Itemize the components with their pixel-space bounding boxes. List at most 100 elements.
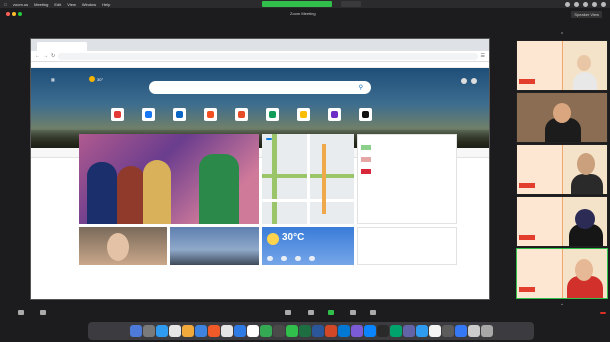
quicklink-1[interactable] xyxy=(140,108,156,123)
city-news-card[interactable] xyxy=(170,227,259,265)
quicklink-tile[interactable] xyxy=(358,108,372,121)
participant-tile[interactable] xyxy=(516,196,608,247)
quicklink-tile[interactable] xyxy=(327,108,341,121)
quicklink-0[interactable] xyxy=(109,108,125,123)
dock-app-icon[interactable] xyxy=(168,325,181,337)
menu-item-edit[interactable]: Edit xyxy=(54,2,61,7)
traffic-map-card[interactable] xyxy=(262,134,354,224)
quicklink-2[interactable] xyxy=(171,108,187,123)
header-weather[interactable]: 30° xyxy=(89,76,103,82)
record-button[interactable] xyxy=(350,310,356,316)
quicklink-tile[interactable] xyxy=(172,108,186,121)
address-bar[interactable] xyxy=(58,52,478,60)
dock-app-icon[interactable] xyxy=(324,325,337,337)
quicklink-5[interactable] xyxy=(264,108,280,123)
dock-app-icon[interactable] xyxy=(233,325,246,337)
browser-tab[interactable] xyxy=(37,42,87,51)
participant-tile[interactable] xyxy=(516,40,608,91)
map-badge[interactable] xyxy=(266,138,272,140)
weather-card[interactable]: 30°C xyxy=(262,227,354,265)
dock-app-icon[interactable] xyxy=(402,325,415,337)
menu-item-app[interactable]: zoom.us xyxy=(13,2,28,7)
stop-video-button[interactable] xyxy=(40,310,46,316)
search-input[interactable]: ⚲ xyxy=(149,81,371,94)
notifications-icon[interactable] xyxy=(461,78,467,84)
quicklink-tile[interactable] xyxy=(265,108,279,121)
quicklink-tile[interactable] xyxy=(110,108,124,121)
dock-app-icon[interactable] xyxy=(350,325,363,337)
dock-app-icon[interactable] xyxy=(272,325,285,337)
quicklink-4[interactable] xyxy=(233,108,249,123)
dock-app-icon[interactable] xyxy=(480,325,493,337)
end-meeting-button[interactable] xyxy=(600,312,606,314)
dock-app-icon[interactable] xyxy=(376,325,389,337)
share-options-pill[interactable] xyxy=(341,1,361,7)
participant-tile[interactable] xyxy=(516,144,608,195)
quicklink-6[interactable] xyxy=(295,108,311,123)
minimize-window-button[interactable] xyxy=(12,12,16,16)
apple-menu-icon[interactable]:  xyxy=(4,2,7,7)
finance-row[interactable] xyxy=(361,169,453,174)
maximize-window-button[interactable] xyxy=(18,12,22,16)
quicklink-8[interactable] xyxy=(357,108,373,123)
portrait-news-card[interactable] xyxy=(79,227,167,265)
participant-tile[interactable] xyxy=(516,92,608,143)
msn-logo[interactable]: ▦ xyxy=(51,77,58,82)
reactions-button[interactable] xyxy=(370,310,376,316)
extensions-icon[interactable]: ☰ xyxy=(481,53,485,59)
dock-app-icon[interactable] xyxy=(181,325,194,337)
menu-item-meeting[interactable]: Meeting xyxy=(34,2,48,7)
participants-button[interactable] xyxy=(285,310,291,316)
dock-app-icon[interactable] xyxy=(155,325,168,337)
dock-app-icon[interactable] xyxy=(207,325,220,337)
chevron-down-icon[interactable]: ⌄ xyxy=(558,302,566,307)
battery-icon[interactable] xyxy=(592,1,597,7)
wifi-icon[interactable] xyxy=(583,1,588,7)
share-screen-button[interactable] xyxy=(328,310,334,316)
quicklink-3[interactable] xyxy=(202,108,218,123)
dock-app-icon[interactable] xyxy=(467,325,480,337)
search-icon[interactable]: ⚲ xyxy=(359,84,363,91)
speaker-view-button[interactable]: Speaker View xyxy=(571,11,602,18)
settings-icon[interactable] xyxy=(471,78,477,84)
dock-app-icon[interactable] xyxy=(285,325,298,337)
quicklink-7[interactable] xyxy=(326,108,342,123)
dock-app-icon[interactable] xyxy=(415,325,428,337)
text-news-card[interactable] xyxy=(357,227,457,265)
forward-icon[interactable]: → xyxy=(43,53,48,59)
dock-app-icon[interactable] xyxy=(428,325,441,337)
mute-button[interactable] xyxy=(18,310,24,316)
dock-app-icon[interactable] xyxy=(129,325,142,337)
control-center-icon[interactable] xyxy=(601,1,606,7)
dock-app-icon[interactable] xyxy=(311,325,324,337)
quicklink-tile[interactable] xyxy=(234,108,248,121)
reload-icon[interactable]: ↻ xyxy=(51,53,55,59)
menu-item-help[interactable]: Help xyxy=(102,2,110,7)
dock-app-icon[interactable] xyxy=(194,325,207,337)
dock-app-icon[interactable] xyxy=(142,325,155,337)
finance-row[interactable] xyxy=(361,157,453,162)
close-window-button[interactable] xyxy=(6,12,10,16)
dock-app-icon[interactable] xyxy=(389,325,402,337)
menu-item-view[interactable]: View xyxy=(67,2,76,7)
menu-item-window[interactable]: Window xyxy=(82,2,96,7)
finance-card[interactable] xyxy=(357,134,457,224)
apps-grid-icon[interactable]: ▦ xyxy=(51,77,55,82)
dock-app-icon[interactable] xyxy=(441,325,454,337)
status-icon[interactable] xyxy=(565,1,570,7)
dock-app-icon[interactable] xyxy=(298,325,311,337)
quicklink-tile[interactable] xyxy=(141,108,155,121)
dock-app-icon[interactable] xyxy=(246,325,259,337)
finance-row[interactable] xyxy=(361,145,453,150)
hero-news-card[interactable] xyxy=(79,134,259,224)
chat-button[interactable] xyxy=(308,310,314,316)
quicklink-tile[interactable] xyxy=(296,108,310,121)
quicklink-tile[interactable] xyxy=(203,108,217,121)
dock-app-icon[interactable] xyxy=(259,325,272,337)
back-icon[interactable]: ← xyxy=(35,53,40,59)
screen-share-status-pill[interactable] xyxy=(262,1,332,7)
chevron-up-icon[interactable]: ^ xyxy=(558,33,566,38)
dock-app-icon[interactable] xyxy=(454,325,467,337)
dock-app-icon[interactable] xyxy=(337,325,350,337)
dock-app-icon[interactable] xyxy=(220,325,233,337)
